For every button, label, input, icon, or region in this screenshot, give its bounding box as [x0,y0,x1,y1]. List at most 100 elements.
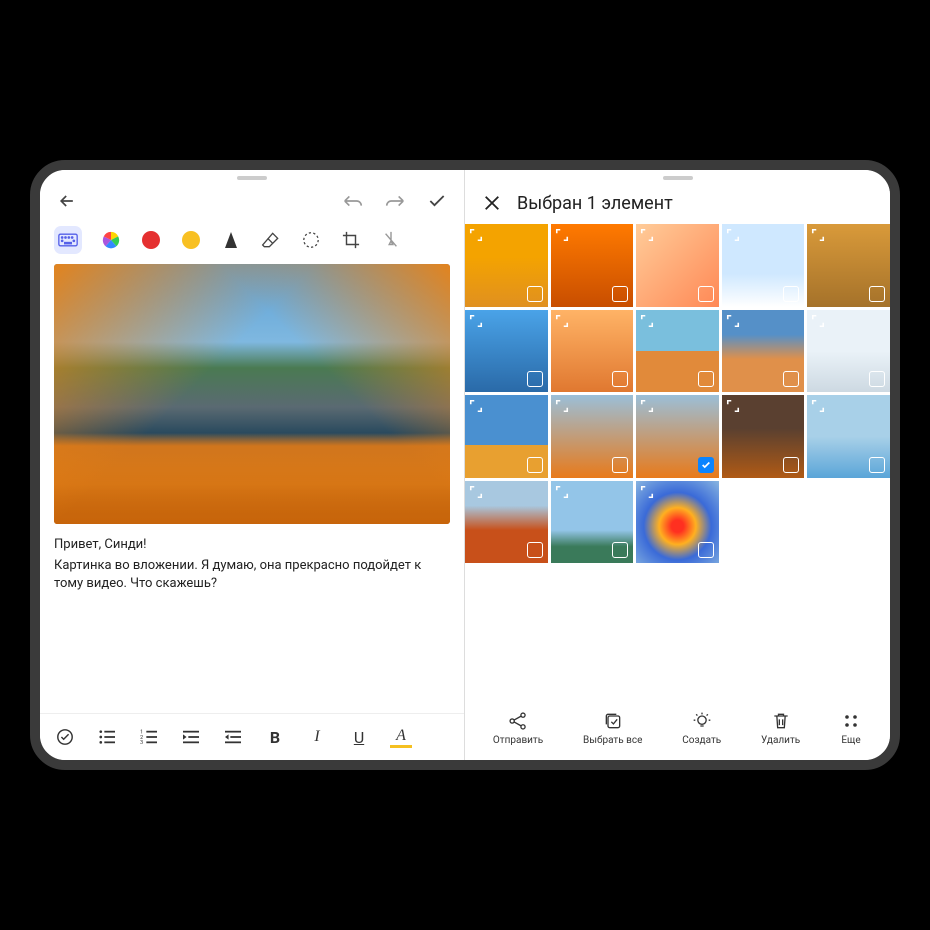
stylus-off-tool[interactable] [380,229,402,251]
select-checkbox[interactable] [698,371,714,387]
expand-icon[interactable] [469,399,483,413]
close-button[interactable] [481,192,503,214]
underline-button[interactable]: U [348,726,370,748]
outdent-button[interactable] [222,726,244,748]
gallery-thumb[interactable] [636,481,719,564]
more-button[interactable]: Еще [840,710,862,746]
redo-button[interactable] [384,190,406,212]
gallery-thumb[interactable] [722,395,805,478]
keyboard-tool[interactable] [54,226,82,254]
gallery-thumb[interactable] [465,224,548,307]
expand-icon[interactable] [555,228,569,242]
expand-icon[interactable] [726,228,740,242]
expand-icon[interactable] [811,228,825,242]
select-checkbox[interactable] [869,286,885,302]
drawing-toolbar [40,218,464,264]
select-checkbox[interactable] [612,542,628,558]
gallery-thumb[interactable] [807,310,890,393]
note-attached-image[interactable] [54,264,450,524]
bold-button[interactable]: B [264,726,286,748]
color-red[interactable] [140,229,162,251]
expand-icon[interactable] [811,314,825,328]
note-content[interactable]: Привет, Синди! Картинка во вложении. Я д… [40,264,464,713]
undo-button[interactable] [342,190,364,212]
lasso-tool[interactable] [300,229,322,251]
lightbulb-icon [691,710,713,732]
confirm-button[interactable] [426,190,448,212]
expand-icon[interactable] [469,228,483,242]
gallery-grid [465,224,890,563]
gallery-thumb[interactable] [722,310,805,393]
expand-icon[interactable] [640,485,654,499]
drag-handle-right[interactable] [663,176,693,180]
tablet-frame: Привет, Синди! Картинка во вложении. Я д… [30,160,900,770]
create-button[interactable]: Создать [682,710,721,746]
color-wheel-tool[interactable] [100,229,122,251]
gallery-thumb[interactable] [636,224,719,307]
gallery-thumb[interactable] [465,481,548,564]
note-text[interactable]: Привет, Синди! Картинка во вложении. Я д… [54,536,450,594]
ordered-list-button[interactable]: 123 [138,726,160,748]
select-checkbox[interactable] [698,286,714,302]
bullet-list-button[interactable] [96,726,118,748]
select-checkbox[interactable] [783,457,799,473]
send-button[interactable]: Отправить [493,710,543,746]
trash-icon [770,710,792,732]
gallery-thumb[interactable] [465,310,548,393]
select-checkbox[interactable] [612,457,628,473]
checklist-button[interactable] [54,726,76,748]
expand-icon[interactable] [469,485,483,499]
indent-button[interactable] [180,726,202,748]
gallery-thumb[interactable] [551,310,634,393]
select-checkbox[interactable] [527,286,543,302]
back-button[interactable] [56,190,78,212]
gallery-thumb[interactable] [807,224,890,307]
note-greeting: Привет, Синди! [54,536,450,554]
gallery-thumb[interactable] [807,395,890,478]
expand-icon[interactable] [469,314,483,328]
italic-button[interactable]: I [306,726,328,748]
expand-icon[interactable] [640,228,654,242]
note-body-text: Картинка во вложении. Я думаю, она прекр… [54,557,450,593]
expand-icon[interactable] [555,314,569,328]
gallery-thumb[interactable] [551,224,634,307]
gallery-grid-area[interactable] [465,224,890,700]
gallery-thumb[interactable] [636,310,719,393]
expand-icon[interactable] [555,399,569,413]
select-checkbox[interactable] [869,457,885,473]
eraser-tool[interactable] [260,229,282,251]
expand-icon[interactable] [640,314,654,328]
select-checkbox[interactable] [612,371,628,387]
delete-button[interactable]: Удалить [761,710,800,746]
expand-icon[interactable] [555,485,569,499]
more-icon [840,710,862,732]
expand-icon[interactable] [811,399,825,413]
gallery-thumb[interactable] [636,395,719,478]
select-checkbox[interactable] [612,286,628,302]
select-checkbox[interactable] [783,371,799,387]
gallery-header: Выбран 1 элемент [465,184,890,224]
gallery-thumb[interactable] [465,395,548,478]
highlight-button[interactable]: A [390,726,412,748]
select-all-icon [602,710,624,732]
crop-tool[interactable] [340,229,362,251]
select-checkbox[interactable] [527,457,543,473]
gallery-thumb[interactable] [551,395,634,478]
select-checkbox[interactable] [698,542,714,558]
color-yellow[interactable] [180,229,202,251]
select-checkbox[interactable] [527,371,543,387]
expand-icon[interactable] [726,314,740,328]
select-checkbox[interactable] [869,371,885,387]
notes-pane: Привет, Синди! Картинка во вложении. Я д… [40,170,465,760]
select-checkbox[interactable] [698,457,714,473]
select-all-button[interactable]: Выбрать все [583,710,642,746]
expand-icon[interactable] [640,399,654,413]
drag-handle-left[interactable] [237,176,267,180]
select-checkbox[interactable] [783,286,799,302]
share-icon [507,710,529,732]
expand-icon[interactable] [726,399,740,413]
select-checkbox[interactable] [527,542,543,558]
gallery-thumb[interactable] [722,224,805,307]
gallery-thumb[interactable] [551,481,634,564]
pen-tool[interactable] [220,229,242,251]
